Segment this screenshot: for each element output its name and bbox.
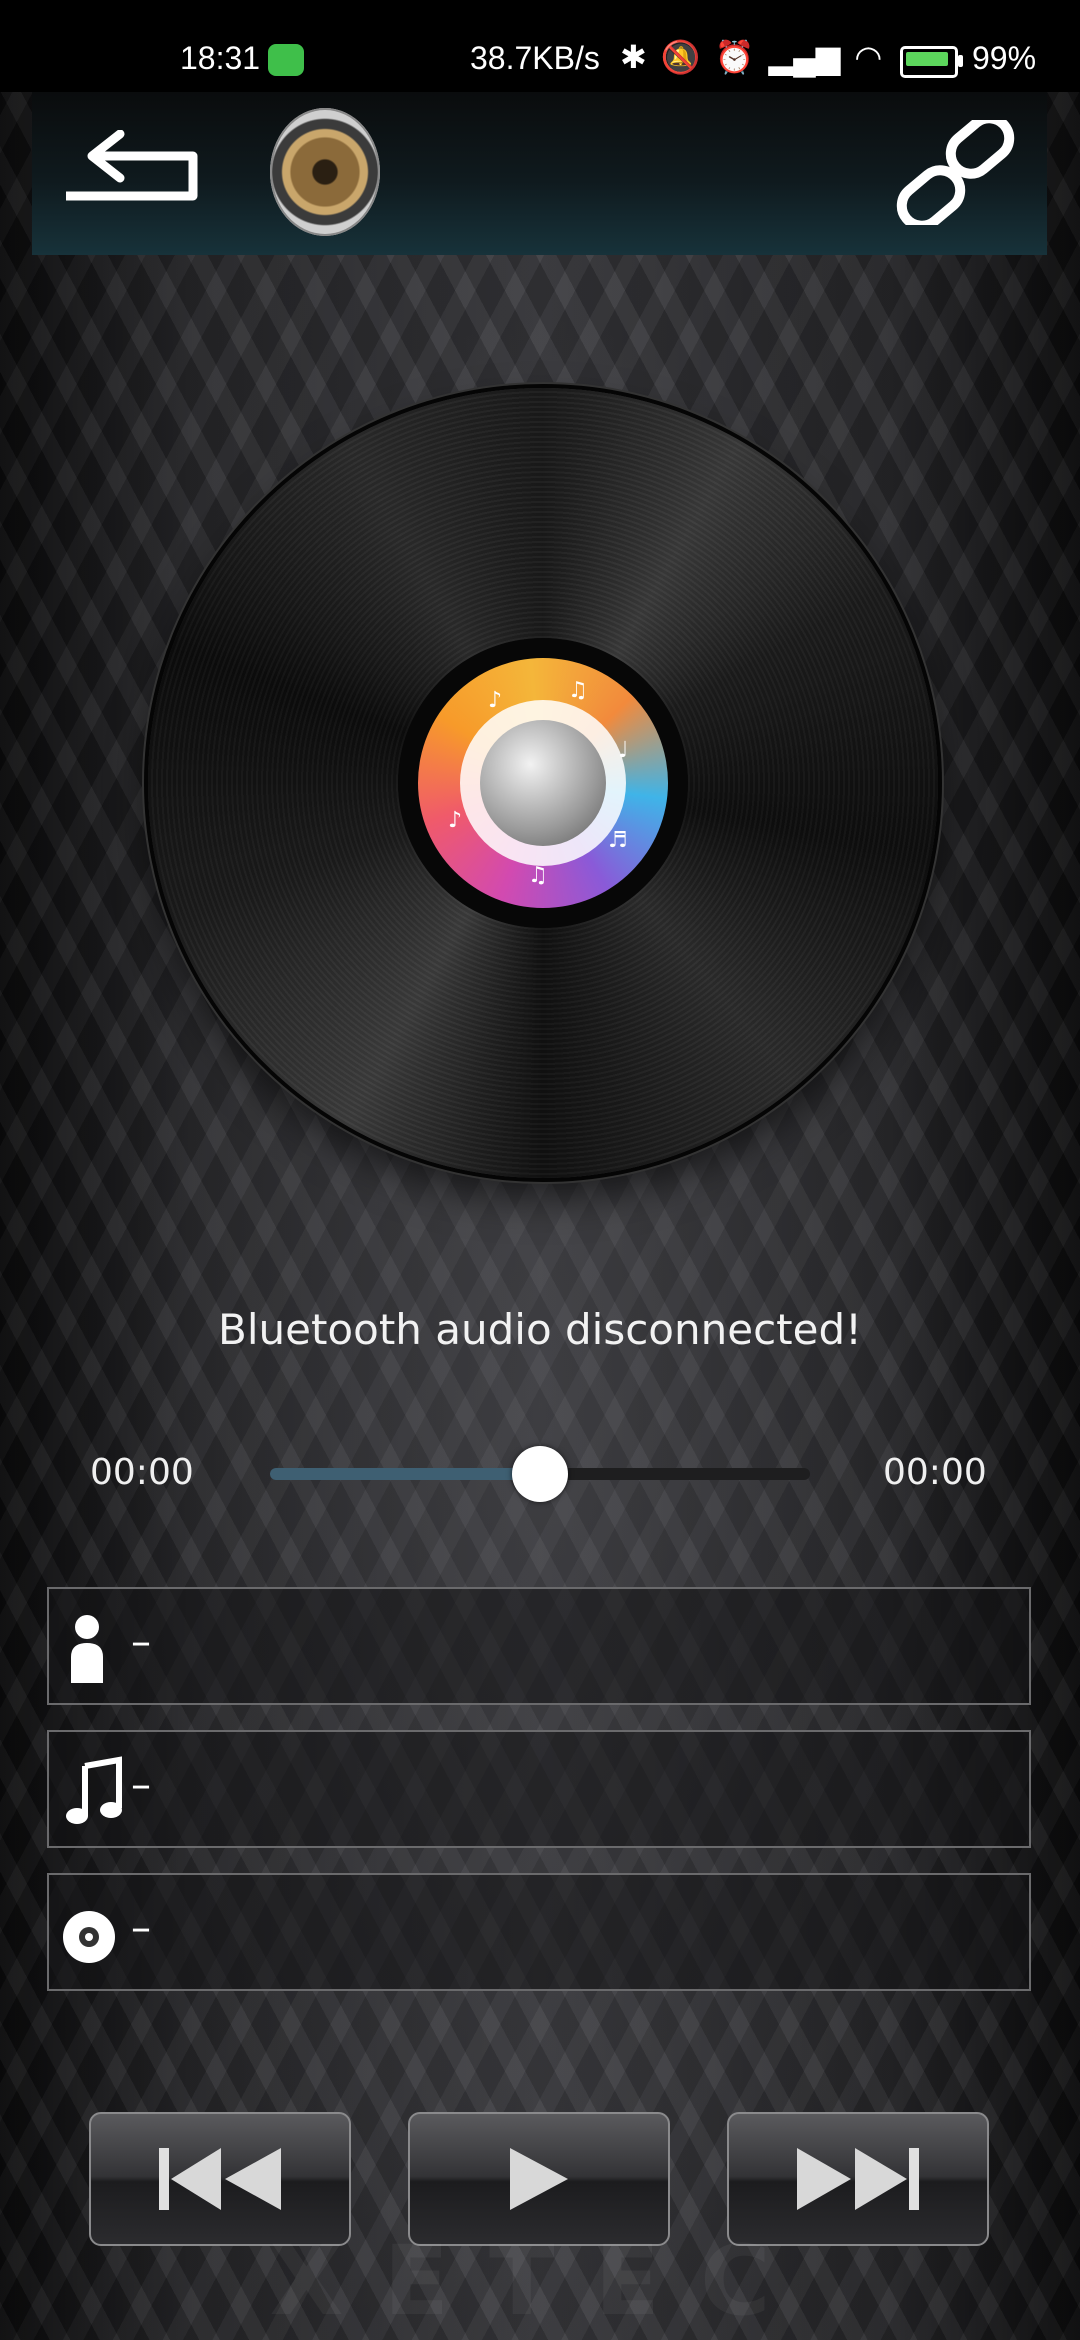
album-value: – — [131, 1905, 151, 1951]
skip-previous-icon — [159, 2148, 281, 2210]
brand-watermark: XETEC — [269, 2225, 811, 2337]
battery-percent: 99% — [972, 40, 1037, 76]
music-note-icon: ♬ — [608, 828, 628, 853]
music-note-icon — [66, 1756, 122, 1824]
person-icon — [71, 1615, 103, 1683]
music-note-icon: ♫ — [528, 863, 548, 888]
time-total: 00:00 — [883, 1452, 987, 1493]
back-icon[interactable] — [58, 130, 203, 210]
album-row: – — [47, 1873, 1031, 1991]
title-row: – — [47, 1730, 1031, 1848]
music-note-icon: ♫ — [568, 678, 588, 703]
mute-icon: 🔕 — [660, 39, 701, 75]
alarm-icon: ⏰ — [714, 39, 755, 75]
link-icon[interactable] — [893, 120, 1018, 225]
connection-status-message: Bluetooth audio disconnected! — [218, 1305, 862, 1354]
record-spindle — [480, 720, 606, 846]
music-note-icon: ♪ — [448, 808, 463, 833]
app-notification-icon — [268, 44, 304, 76]
disc-icon — [63, 1911, 115, 1963]
status-icons: ✱ 🔕 ⏰ ▂▄▆ ◠ — [620, 38, 882, 76]
play-icon — [510, 2148, 568, 2210]
progress-fill — [270, 1468, 540, 1480]
music-note-icon: ♪ — [488, 688, 503, 713]
battery-charging-icon — [900, 46, 963, 78]
title-value: – — [131, 1762, 151, 1808]
artist-row: – — [47, 1587, 1031, 1705]
status-bar: 18:31 38.7KB/s ✱ 🔕 ⏰ ▂▄▆ ◠ 99% — [0, 0, 1080, 92]
wifi-icon: ◠ — [854, 39, 883, 75]
network-speed: 38.7KB/s — [470, 40, 600, 76]
progress-thumb[interactable] — [512, 1446, 568, 1502]
vinyl-record: ♪ ♫ ♩ ♬ ♪ ♫ — [148, 388, 938, 1178]
speaker-icon[interactable] — [270, 108, 380, 236]
skip-next-icon — [797, 2148, 919, 2210]
status-time: 18:31 — [180, 40, 261, 76]
time-elapsed: 00:00 — [90, 1452, 194, 1493]
artist-value: – — [131, 1619, 151, 1665]
hd-signal-icon: ▂▄▆ — [768, 39, 841, 75]
bluetooth-icon: ✱ — [620, 39, 647, 75]
